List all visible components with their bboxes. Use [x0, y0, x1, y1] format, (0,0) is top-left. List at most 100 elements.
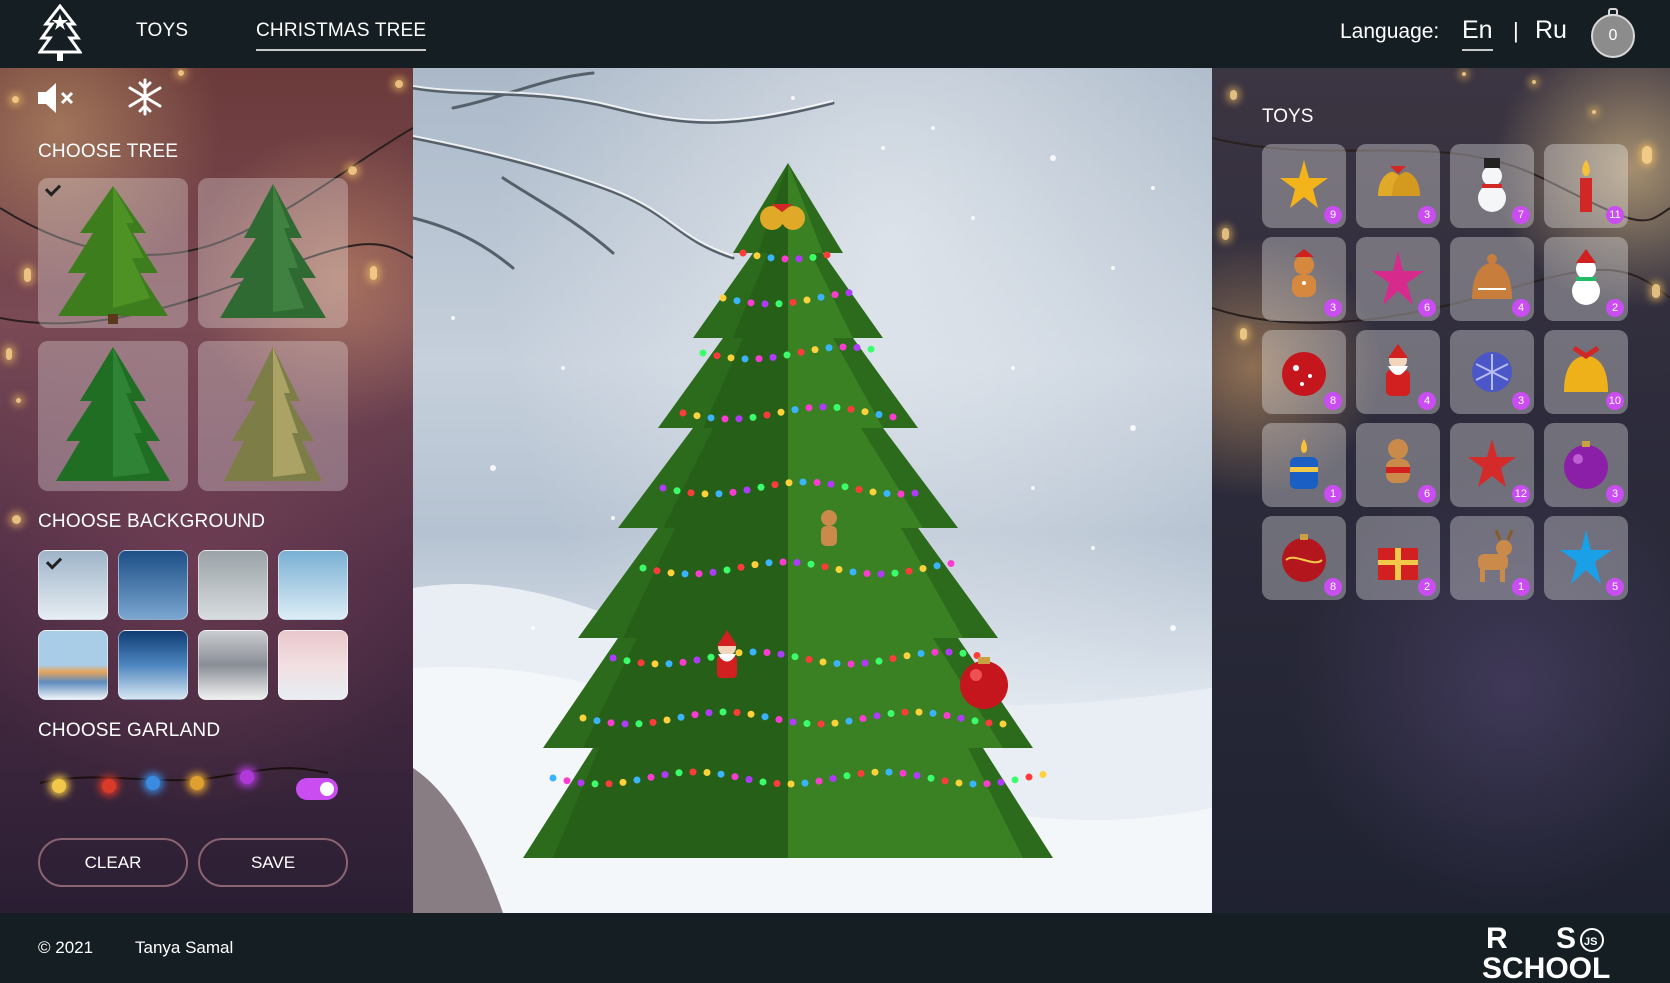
snowflake-toggle-icon[interactable] [126, 78, 164, 116]
svg-text:S: S [1556, 922, 1576, 955]
toy-card[interactable]: 3 [1544, 423, 1628, 507]
fir-tree-icon [58, 186, 168, 324]
settings-panel: CHOOSE TREE CHOOSE BACKGROUND CHOOSE GAR… [0, 68, 413, 913]
choose-background-title: CHOOSE BACKGROUND [38, 511, 266, 532]
garland-wire [39, 767, 329, 784]
red-star-icon [1468, 439, 1516, 487]
tree-option-2[interactable] [198, 178, 348, 328]
toy-card[interactable]: 1 [1450, 516, 1534, 600]
save-button[interactable]: SAVE [198, 838, 348, 887]
tree-option-1[interactable] [38, 178, 188, 328]
counter-value: 0 [1591, 14, 1635, 58]
background-option-1[interactable] [38, 550, 108, 620]
snowman-blue-icon [1478, 158, 1506, 212]
toy-card[interactable]: 9 [1262, 144, 1346, 228]
toy-count-badge: 7 [1512, 206, 1530, 224]
toy-card[interactable]: 2 [1356, 516, 1440, 600]
background-option-6[interactable] [118, 630, 188, 700]
background-option-4[interactable] [278, 550, 348, 620]
toy-card[interactable]: 8 [1262, 516, 1346, 600]
toy-card[interactable]: 12 [1450, 423, 1534, 507]
toy-card[interactable]: 10 [1544, 330, 1628, 414]
toy-count-badge: 6 [1418, 299, 1436, 317]
author-link[interactable]: Tanya Samal [135, 938, 233, 958]
toy-count-badge: 5 [1606, 578, 1624, 596]
toy-card[interactable]: 5 [1544, 516, 1628, 600]
lang-en-button[interactable]: En [1462, 16, 1493, 51]
nav-toys[interactable]: TOYS [136, 20, 188, 42]
toy-count-badge: 9 [1324, 206, 1342, 224]
toy-count-badge: 1 [1512, 578, 1530, 596]
golden-bell-icon [1564, 345, 1608, 392]
scene-artwork [413, 71, 1212, 913]
language-label: Language: [1340, 20, 1440, 43]
gingerbread-bell-icon [1472, 254, 1512, 299]
purple-ball-icon [1564, 441, 1608, 489]
svg-text:SCHOOL: SCHOOL [1482, 952, 1610, 980]
svg-text:R: R [1486, 922, 1508, 955]
toy-count-badge: 12 [1511, 485, 1530, 503]
toy-card[interactable]: 6 [1356, 423, 1440, 507]
lang-ru-button[interactable]: Ru [1535, 16, 1567, 45]
garland-color-option[interactable] [190, 776, 204, 790]
background-option-2[interactable] [118, 550, 188, 620]
header: TOYS CHRISTMAS TREE Language: En | Ru 0 [0, 0, 1670, 68]
garland-toggle[interactable] [296, 778, 338, 800]
toy-card[interactable]: 3 [1356, 144, 1440, 228]
christmas-tree-scene[interactable] [413, 68, 1212, 913]
background-option-8[interactable] [278, 630, 348, 700]
tree-option-4[interactable] [198, 341, 348, 491]
pink-star-icon [1372, 251, 1424, 305]
deer-icon [1478, 529, 1514, 582]
toy-card[interactable]: 3 [1262, 237, 1346, 321]
red-ball-icon [1282, 352, 1326, 396]
toy-count-badge: 6 [1418, 485, 1436, 503]
toy-count-badge: 4 [1512, 299, 1530, 317]
rs-school-logo[interactable]: R S JS SCHOOL [1478, 920, 1640, 980]
toy-count-badge: 2 [1418, 578, 1436, 596]
toy-count-badge: 1 [1324, 485, 1342, 503]
gift-box-icon [1378, 548, 1418, 580]
toy-count-badge: 3 [1324, 299, 1342, 317]
toy-card[interactable]: 6 [1356, 237, 1440, 321]
toys-title: TOYS [1262, 106, 1314, 127]
toy-card[interactable]: 1 [1262, 423, 1346, 507]
toy-card[interactable]: 11 [1544, 144, 1628, 228]
toy-count-badge: 3 [1418, 206, 1436, 224]
golden-tree-icon [224, 347, 322, 481]
garland-color-option[interactable] [240, 770, 254, 784]
svg-text:JS: JS [1584, 936, 1597, 948]
footer: © 2021 Tanya Samal R S JS SCHOOL [0, 913, 1670, 983]
background-option-7[interactable] [198, 630, 268, 700]
gingerbread-man-icon [1292, 249, 1316, 297]
choose-tree-title: CHOOSE TREE [38, 141, 179, 162]
toy-count-badge: 3 [1512, 392, 1530, 410]
toy-card[interactable]: 7 [1450, 144, 1534, 228]
toy-card[interactable]: 8 [1262, 330, 1346, 414]
mute-sound-icon[interactable] [36, 80, 76, 116]
garland-color-option[interactable] [52, 779, 66, 793]
toy-card[interactable]: 3 [1450, 330, 1534, 414]
toggle-knob [320, 782, 334, 796]
candle-icon [1580, 160, 1592, 212]
toy-count-badge: 4 [1418, 392, 1436, 410]
garland-color-option[interactable] [102, 779, 116, 793]
blue-star-icon [1560, 530, 1612, 584]
choose-garland-title: CHOOSE GARLAND [38, 720, 221, 741]
tree-option-3[interactable] [38, 341, 188, 491]
lang-separator: | [1513, 18, 1519, 43]
ornate-red-ball-icon [1282, 534, 1326, 582]
toy-count-badge: 10 [1605, 392, 1624, 410]
tree-logo-icon[interactable] [38, 4, 82, 62]
garland-color-option[interactable] [146, 776, 160, 790]
clear-button[interactable]: CLEAR [38, 838, 188, 887]
toys-panel: TOYS 9 3 7 11 3 6 4 2 8 4 3 10 1 6 12 3 8 2 1 5 [1212, 68, 1670, 913]
background-option-5[interactable] [38, 630, 108, 700]
gold-star-icon [1280, 160, 1328, 208]
toy-card[interactable]: 4 [1450, 237, 1534, 321]
nav-christmas-tree[interactable]: CHRISTMAS TREE [256, 20, 427, 51]
toy-card[interactable]: 4 [1356, 330, 1440, 414]
copyright-text: © 2021 [38, 938, 94, 957]
background-option-3[interactable] [198, 550, 268, 620]
toy-card[interactable]: 2 [1544, 237, 1628, 321]
